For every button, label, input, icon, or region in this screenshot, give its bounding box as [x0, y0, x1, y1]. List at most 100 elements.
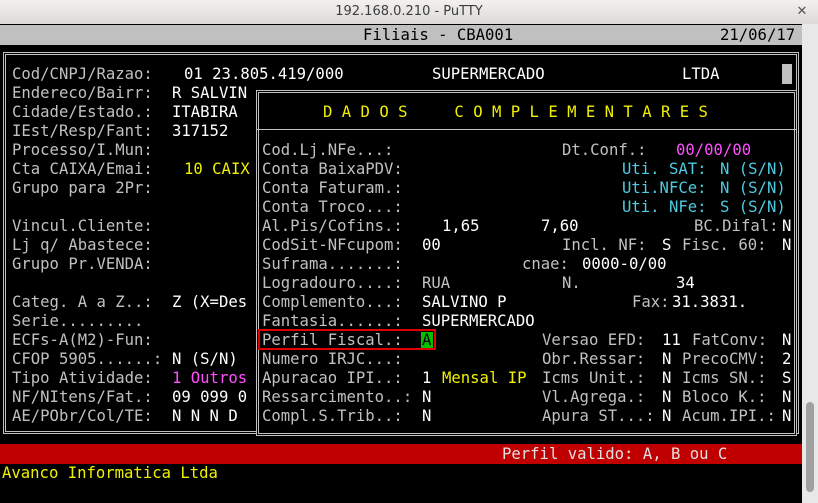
complemento-value[interactable]: SALVINO P: [422, 293, 507, 312]
icms-sn-value[interactable]: S: [782, 369, 791, 388]
window-titlebar: 192.168.0.210 - PuTTY ✕: [0, 0, 818, 25]
field-label: ECFs-A(M2)-Fun:: [12, 331, 153, 349]
field-label: Icms SN.:: [682, 369, 767, 387]
numero-value[interactable]: 34: [676, 274, 695, 293]
field-label: Serie.........: [12, 312, 144, 330]
fisc60-value[interactable]: N: [782, 236, 791, 255]
dt-conf-value[interactable]: 00/00/00: [676, 141, 751, 160]
cnae-value[interactable]: 0000-0/00: [582, 255, 667, 274]
field-label: Perfil Fiscal.:: [262, 331, 403, 349]
pis-value[interactable]: 1,65: [442, 217, 480, 236]
screen-title: Filiais - CBA001: [363, 26, 514, 44]
company-name: Avanco Informatica Ltda: [2, 464, 218, 482]
close-icon[interactable]: ✕: [794, 4, 810, 20]
logradouro-value[interactable]: RUA: [422, 274, 450, 293]
field-label: Uti. SAT:: [622, 160, 707, 178]
terminal-scrollbar[interactable]: [802, 24, 818, 503]
field-label: Uti.NFCe:: [622, 179, 707, 197]
compl-s-trib-value[interactable]: N: [422, 407, 431, 426]
field-label: Grupo para 2Pr:: [12, 179, 153, 197]
uti-nfe-value[interactable]: S (S/N): [720, 198, 786, 217]
field-label: Grupo Pr.VENDA:: [12, 255, 153, 273]
fantasia-value[interactable]: SUPERMERCADO: [422, 312, 535, 331]
cta-caixa-value[interactable]: 10 CAIX: [184, 160, 250, 179]
field-label: Uti. NFe:: [622, 198, 707, 216]
field-label: Cod.Lj.NFe...:: [262, 141, 394, 159]
iest-value[interactable]: 317152: [172, 122, 228, 141]
field-label: PrecoCMV:: [682, 350, 767, 368]
acum-ipi-value[interactable]: N: [782, 407, 791, 426]
vl-agrega-value[interactable]: N: [662, 388, 671, 407]
bloco-k-value[interactable]: N: [782, 388, 791, 407]
apuracao-ipi-value[interactable]: 1: [422, 369, 431, 388]
field-label: Categ. A a Z..:: [12, 293, 153, 311]
field-label: Apuracao IPI..:: [262, 369, 403, 387]
endereco-value[interactable]: R SALVIN: [172, 84, 247, 103]
field-label: cnae:: [522, 255, 569, 273]
ae-pobr-value[interactable]: N N N D: [172, 407, 238, 426]
fax-value[interactable]: 31.3831.: [672, 293, 747, 312]
field-label: Versao EFD:: [542, 331, 646, 349]
field-label: Processo/I.Mun:: [12, 141, 153, 159]
razao-value[interactable]: SUPERMERCADO: [432, 65, 545, 84]
field-label: Lj q/ Abastece:: [12, 236, 153, 254]
field-label: Fax:: [632, 293, 670, 311]
uti-sat-value[interactable]: N (S/N): [720, 160, 786, 179]
form-scroll-marker: [782, 64, 792, 84]
codsit-value[interactable]: 00: [422, 236, 441, 255]
cnpj-value[interactable]: 01 23.805.419/000: [184, 65, 344, 84]
field-label: Numero IRJC...:: [262, 350, 403, 368]
field-label: Fisc. 60:: [682, 236, 767, 254]
field-label: FatConv:: [692, 331, 768, 349]
categoria-value[interactable]: Z (X=Des: [172, 293, 247, 312]
dialog-divider: [256, 129, 797, 130]
razao-type-value[interactable]: LTDA: [682, 65, 720, 84]
tipo-atividade-value[interactable]: 1 Outros: [172, 369, 247, 388]
obr-ressar-value[interactable]: N: [662, 350, 671, 369]
field-label: Compl.S.Trib..:: [262, 407, 403, 425]
field-label: Ressarcimento..:: [262, 388, 413, 406]
bc-difal-value[interactable]: N: [782, 217, 791, 236]
cfop-value[interactable]: N (S/N): [172, 350, 238, 369]
field-label: Dt.Conf.:: [562, 141, 647, 159]
field-label: Vl.Agrega.:: [542, 388, 646, 406]
field-label: Cta CAIXA/Emai:: [12, 160, 153, 178]
field-label: Conta Troco...:: [262, 198, 403, 216]
ressarcimento-value[interactable]: N: [422, 388, 431, 407]
field-label: Icms Unit.:: [542, 369, 646, 387]
dialog-title: D A D O S C O M P L E M E N T A R E S: [323, 103, 708, 121]
field-label: Endereco/Bairr:: [12, 84, 153, 102]
field-label: Vincul.Cliente:: [12, 217, 153, 235]
versao-efd-value[interactable]: 11: [662, 331, 681, 350]
field-label: Obr.Ressar:: [542, 350, 646, 368]
field-label: Conta Faturam.:: [262, 179, 403, 197]
scrollbar-thumb[interactable]: [806, 402, 814, 492]
field-label: CFOP 5905......:: [12, 350, 163, 368]
field-label: Logradouro....:: [262, 274, 403, 292]
field-label: BC.Difal:: [694, 217, 779, 235]
cofins-value[interactable]: 7,60: [541, 217, 579, 236]
field-label: Al.Pis/Cofins.:: [262, 217, 403, 235]
field-label: Bloco K.:: [682, 388, 767, 406]
fatconv-value[interactable]: N: [782, 331, 791, 350]
cidade-value[interactable]: ITABIRA: [172, 103, 238, 122]
window-title: 192.168.0.210 - PuTTY: [335, 4, 483, 19]
incl-nf-value[interactable]: S: [662, 236, 671, 255]
nf-itens-value[interactable]: 09 099 0: [172, 388, 247, 407]
field-label: Suframa.......:: [262, 255, 403, 273]
field-label: N.: [562, 274, 581, 292]
preco-cmv-value[interactable]: 2: [782, 350, 791, 369]
field-label: Apura ST...:: [542, 407, 655, 425]
field-label: Cidade/Estado.:: [12, 103, 153, 121]
perfil-fiscal-input[interactable]: A: [422, 331, 431, 350]
field-label: AE/PObr/Col/TE:: [12, 407, 153, 425]
uti-nfce-value[interactable]: N (S/N): [720, 179, 786, 198]
field-label: CodSit-NFcupom:: [262, 236, 403, 254]
field-label: IEst/Resp/Fant:: [12, 122, 153, 140]
apuracao-ipi-desc: Mensal IP: [442, 369, 527, 387]
status-message: Perfil valido: A, B ou C: [502, 445, 728, 463]
apura-st-value[interactable]: N: [662, 407, 671, 426]
icms-unit-value[interactable]: N: [662, 369, 671, 388]
field-label: Cod/CNPJ/Razao:: [12, 65, 153, 83]
field-label: NF/NItens/Fat.:: [12, 388, 153, 406]
